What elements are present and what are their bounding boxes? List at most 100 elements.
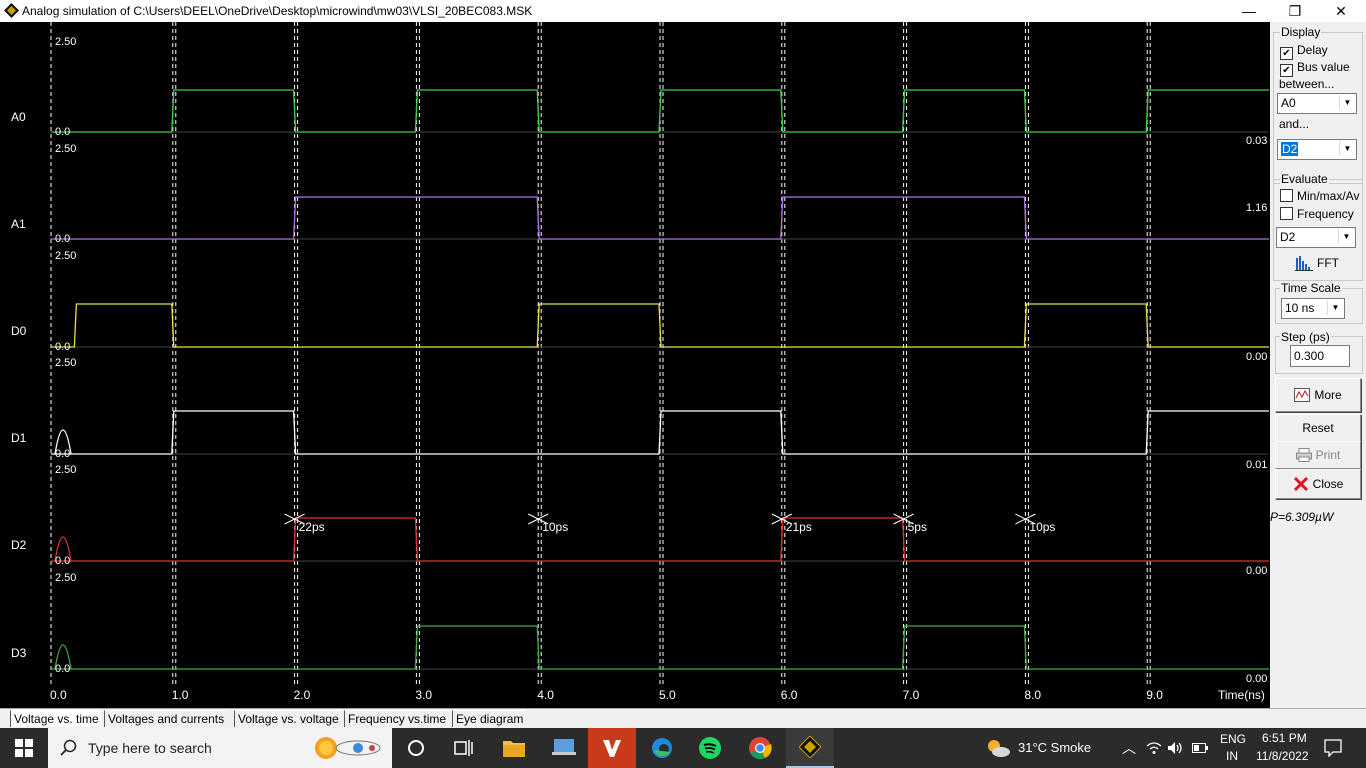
chrome-icon bbox=[749, 737, 772, 760]
cursor-value: 0.03 bbox=[1246, 135, 1267, 147]
microwind-app-icon bbox=[4, 3, 19, 18]
time-tick-label: 8.0 bbox=[1024, 688, 1041, 702]
vmax-label: 2.50 bbox=[55, 464, 76, 476]
time-tick-label: 5.0 bbox=[659, 688, 676, 702]
cursor-value: 0.00 bbox=[1246, 673, 1267, 685]
vmin-label: 0.0 bbox=[55, 341, 70, 353]
vmax-label: 2.50 bbox=[55, 357, 76, 369]
spotify-icon bbox=[699, 737, 721, 759]
minmax-checkbox[interactable]: Min/max/Av bbox=[1280, 189, 1359, 203]
file-explorer-button[interactable] bbox=[490, 728, 538, 768]
chevron-down-icon[interactable]: ▼ bbox=[1338, 229, 1354, 244]
delay-check-box[interactable]: ✔ bbox=[1280, 47, 1293, 60]
close-icon bbox=[1293, 476, 1308, 492]
app-button-cloud[interactable] bbox=[540, 728, 588, 768]
clock-time[interactable]: 6:51 PM bbox=[1262, 731, 1307, 745]
reset-button[interactable]: Reset bbox=[1275, 414, 1361, 442]
desktop-app-icon bbox=[552, 739, 576, 755]
spotify-button[interactable] bbox=[686, 728, 734, 768]
tab-voltage-vs-voltage[interactable]: Voltage vs. voltage bbox=[234, 710, 342, 727]
reset-label: Reset bbox=[1302, 421, 1334, 435]
close-button[interactable]: Close bbox=[1275, 469, 1361, 499]
between-select-value: A0 bbox=[1281, 96, 1296, 110]
language-top[interactable]: ENG bbox=[1220, 732, 1246, 746]
step-input[interactable]: 0.300 bbox=[1290, 345, 1350, 367]
cortana-icon bbox=[408, 740, 424, 756]
vmin-label: 0.0 bbox=[55, 126, 70, 138]
maximize-button[interactable]: ❐ bbox=[1272, 0, 1318, 22]
delay-label: Delay bbox=[1297, 43, 1328, 57]
delay-label: 10ps bbox=[1029, 520, 1055, 534]
task-view-button[interactable] bbox=[440, 728, 488, 768]
and-label: and... bbox=[1279, 117, 1310, 131]
tab-bar: Voltage vs. time Voltages and currents V… bbox=[0, 708, 1366, 729]
chevron-down-icon[interactable]: ▼ bbox=[1339, 141, 1355, 156]
edge-button[interactable] bbox=[638, 728, 686, 768]
chrome-button[interactable] bbox=[736, 728, 784, 768]
signal-name: A1 bbox=[11, 217, 26, 231]
bus-value-checkbox[interactable]: ✔ Bus value bbox=[1280, 60, 1350, 77]
delay-checkbox[interactable]: ✔ Delay bbox=[1280, 43, 1328, 60]
vmin-label: 0.0 bbox=[55, 555, 70, 567]
minmax-check-box[interactable] bbox=[1280, 189, 1293, 202]
folder-icon bbox=[503, 741, 525, 757]
chevron-down-icon[interactable]: ▼ bbox=[1327, 300, 1343, 315]
chevron-down-icon[interactable]: ▼ bbox=[1339, 95, 1355, 110]
timescale-select[interactable]: 10 ns ▼ bbox=[1281, 298, 1345, 319]
cursor-value: 0.01 bbox=[1246, 459, 1267, 471]
vmin-label: 0.0 bbox=[55, 448, 70, 460]
signal-name: A0 bbox=[11, 110, 26, 124]
display-group-label: Display bbox=[1280, 25, 1322, 39]
print-button[interactable]: Print bbox=[1275, 441, 1361, 469]
vmin-label: 0.0 bbox=[55, 663, 70, 675]
search-icon bbox=[60, 739, 77, 756]
app-button-red[interactable] bbox=[588, 728, 636, 768]
and-select[interactable]: D2 ▼ bbox=[1277, 139, 1357, 160]
evaluate-signal-select[interactable]: D2 ▼ bbox=[1276, 227, 1356, 248]
window-title: Analog simulation of C:\Users\DEEL\OneDr… bbox=[22, 4, 533, 18]
minimize-button[interactable]: — bbox=[1226, 0, 1272, 22]
close-window-button[interactable]: ✕ bbox=[1318, 0, 1364, 22]
frequency-check-box[interactable] bbox=[1280, 207, 1293, 220]
between-select[interactable]: A0 ▼ bbox=[1277, 93, 1357, 114]
volume-icon[interactable] bbox=[1167, 741, 1183, 755]
and-select-value: D2 bbox=[1281, 142, 1299, 156]
weather-icon bbox=[988, 740, 1010, 757]
bus-value-check-box[interactable]: ✔ bbox=[1280, 64, 1293, 77]
bus-value-label: Bus value bbox=[1297, 60, 1350, 74]
vmax-label: 2.50 bbox=[55, 572, 76, 584]
time-tick-label: 0.0 bbox=[50, 688, 67, 702]
notification-icon[interactable] bbox=[1324, 739, 1342, 757]
time-tick-label: 6.0 bbox=[781, 688, 798, 702]
delay-label: 5ps bbox=[908, 520, 927, 534]
delay-label: 22ps bbox=[299, 520, 325, 534]
weather-text[interactable]: 31°C Smoke bbox=[1018, 740, 1091, 755]
vmax-label: 2.50 bbox=[55, 36, 76, 48]
power-readout: P=6.309µW bbox=[1270, 510, 1334, 524]
more-label: More bbox=[1314, 388, 1342, 402]
timescale-label: Time Scale bbox=[1280, 281, 1342, 295]
printer-icon bbox=[1295, 448, 1312, 462]
cortana-button[interactable] bbox=[392, 728, 440, 768]
tab-eye-diagram[interactable]: Eye diagram bbox=[452, 710, 527, 727]
evaluate-group-label: Evaluate bbox=[1280, 172, 1329, 186]
show-hidden-icons-chevron-icon[interactable]: ︿ bbox=[1122, 738, 1136, 758]
task-view-icon bbox=[454, 740, 473, 756]
more-button[interactable]: More bbox=[1275, 378, 1361, 412]
clock-date[interactable]: 11/8/2022 bbox=[1256, 749, 1309, 763]
taskbar-search[interactable]: Type here to search bbox=[48, 728, 392, 768]
waveform-plot[interactable]: A0 2.50 0.0 0.03 A1 2.50 0.0 1.16 D0 2.50 0.0 0.00 D… bbox=[0, 22, 1270, 708]
fft-button[interactable]: FFT bbox=[1275, 250, 1359, 276]
microwind-taskbar-button[interactable] bbox=[786, 728, 834, 768]
windows-icon bbox=[15, 739, 33, 757]
frequency-checkbox[interactable]: Frequency bbox=[1280, 207, 1354, 221]
start-button[interactable] bbox=[0, 728, 48, 768]
battery-icon[interactable] bbox=[1192, 742, 1208, 754]
control-panel: Display ✔ Delay ✔ Bus value between... A0 … bbox=[1270, 22, 1366, 708]
language-bottom[interactable]: IN bbox=[1226, 749, 1238, 763]
tab-frequency-vs-time[interactable]: Frequency vs.time bbox=[344, 710, 450, 727]
cursor-value: 0.00 bbox=[1246, 565, 1267, 577]
tab-voltage-vs-time[interactable]: Voltage vs. time bbox=[10, 710, 102, 727]
wifi-icon[interactable] bbox=[1146, 741, 1162, 755]
tab-voltages-and-currents[interactable]: Voltages and currents bbox=[104, 710, 228, 727]
